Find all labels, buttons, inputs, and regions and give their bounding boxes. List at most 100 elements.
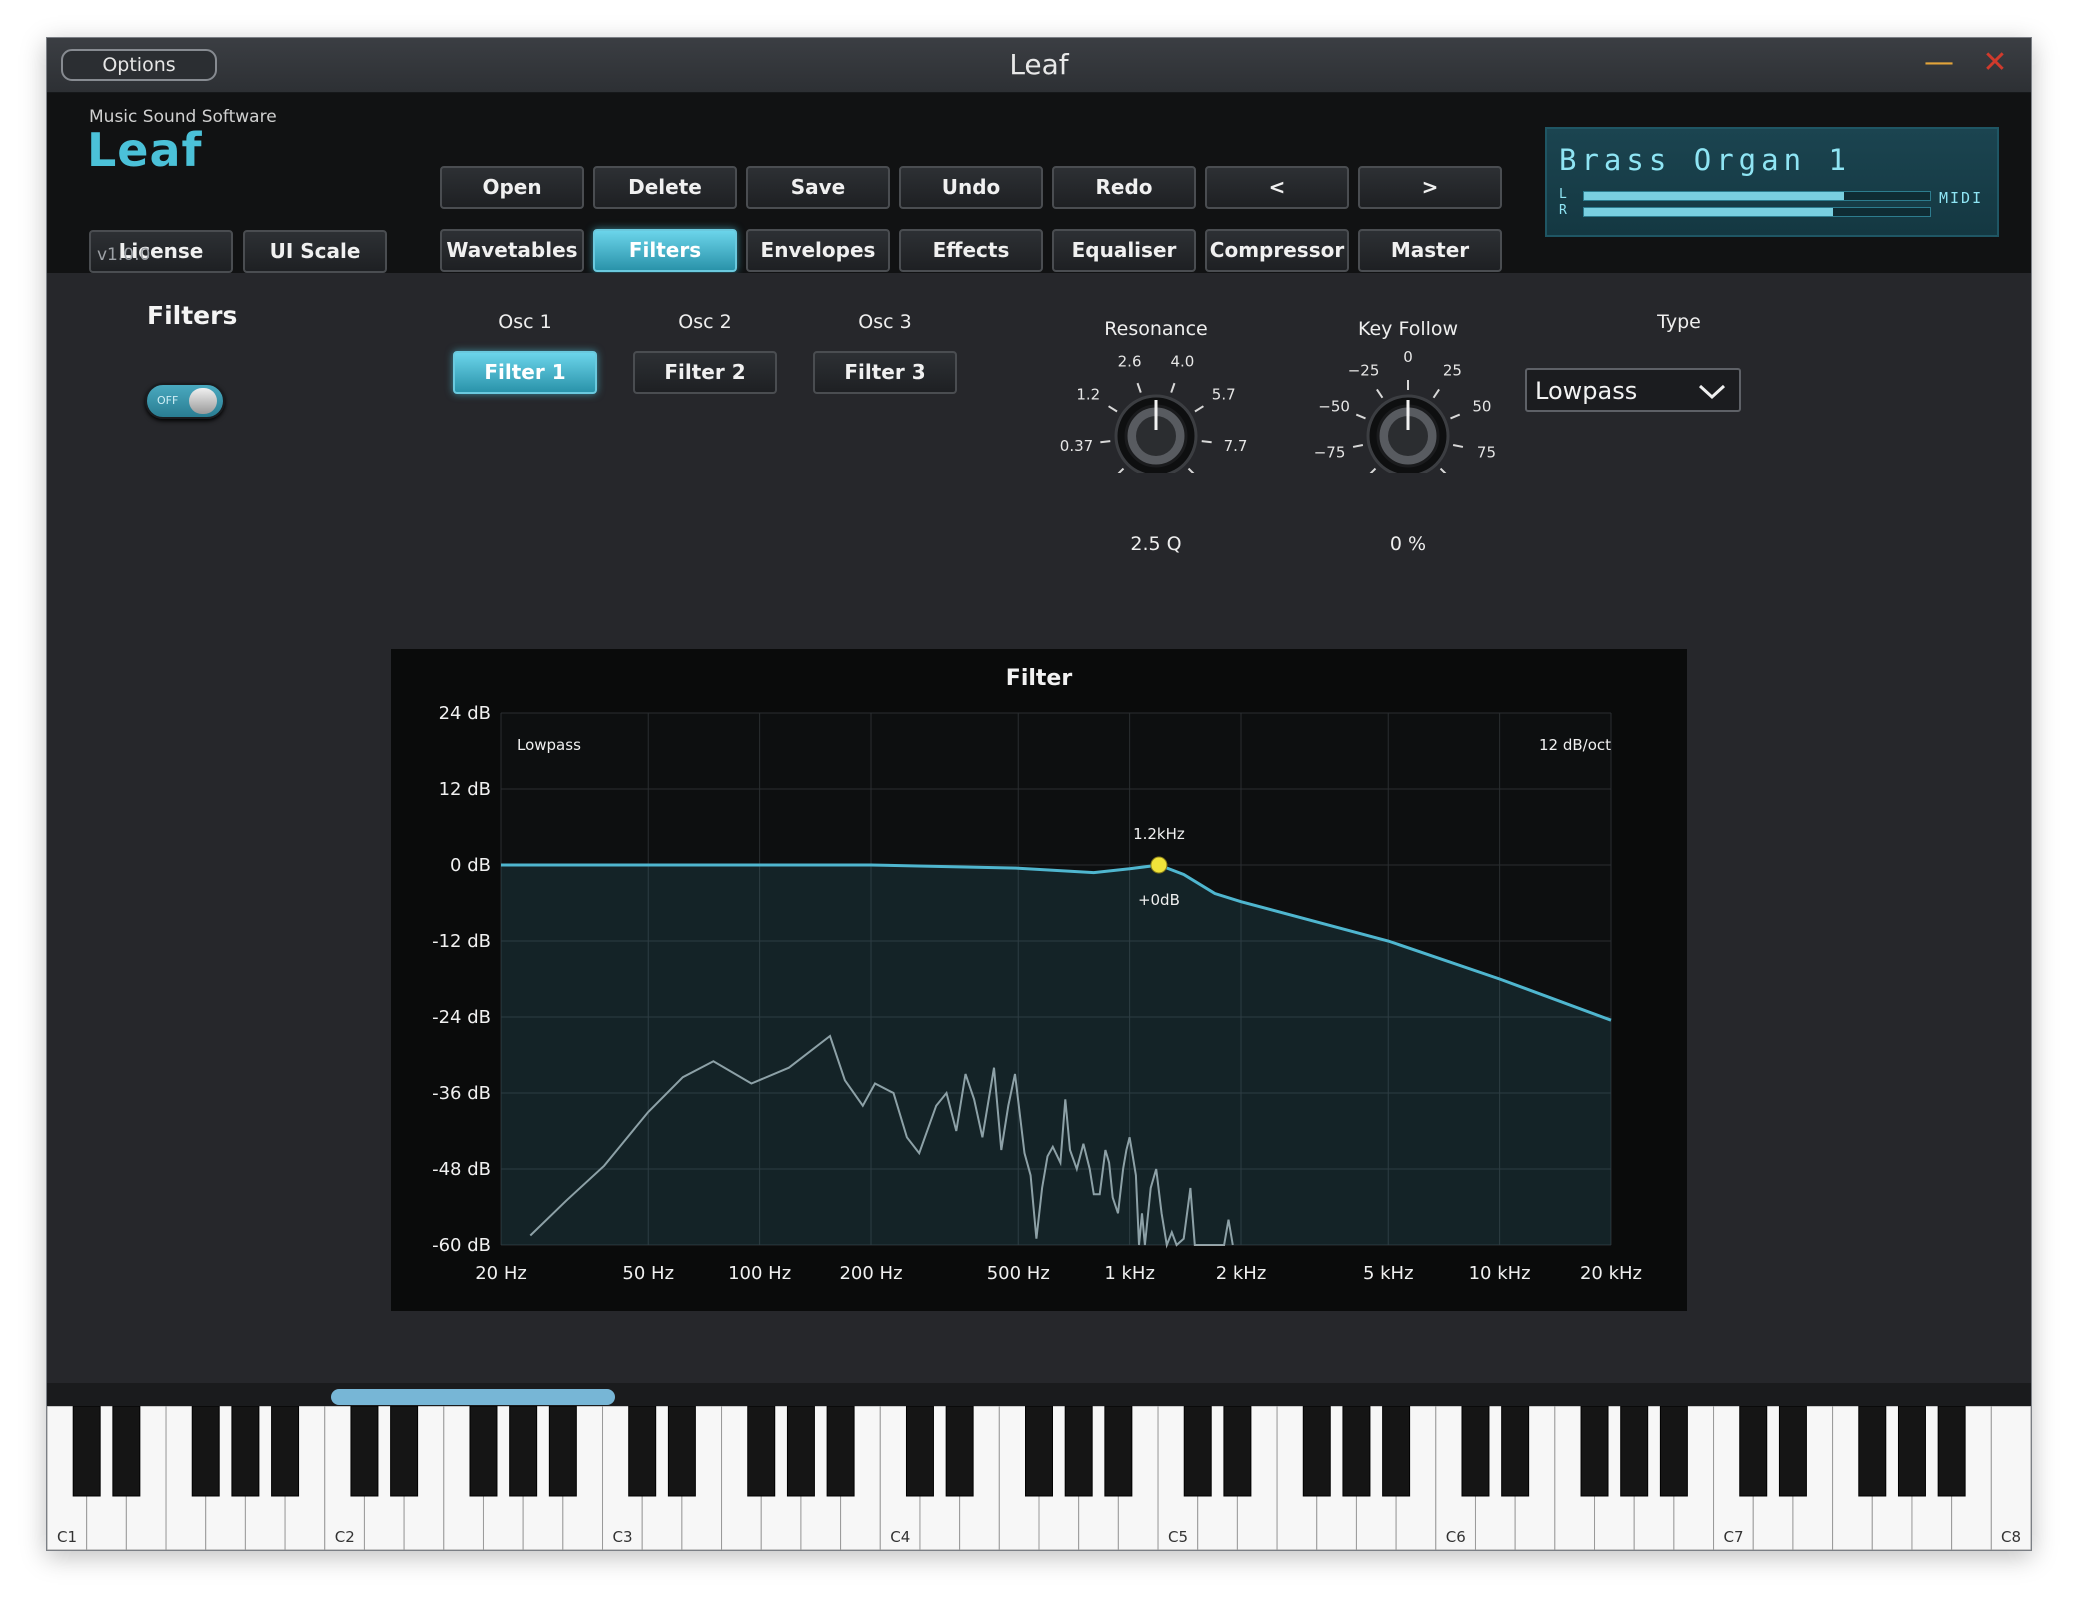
y-tick-label: -36 dB (432, 1083, 491, 1104)
black-key[interactable] (548, 1406, 577, 1497)
black-key[interactable] (1739, 1406, 1768, 1497)
tab-equaliser[interactable]: Equaliser (1052, 229, 1196, 272)
octave-label: C5 (1168, 1528, 1188, 1546)
black-key[interactable] (1858, 1406, 1887, 1497)
meter-right (1583, 207, 1931, 217)
toolbar-button-5[interactable]: < (1205, 166, 1349, 209)
black-key[interactable] (1302, 1406, 1331, 1497)
close-icon[interactable]: ✕ (1980, 48, 2010, 78)
resonance-tick (1117, 467, 1125, 473)
key-follow-tick-label: 0 (1403, 348, 1413, 366)
black-key[interactable] (1342, 1406, 1371, 1497)
toolbar-button-4[interactable]: Redo (1052, 166, 1196, 209)
black-key[interactable] (231, 1406, 260, 1497)
black-key[interactable] (1223, 1406, 1252, 1497)
black-key[interactable] (1183, 1406, 1212, 1497)
piano-keyboard[interactable]: C1 C2 C3 C4 C5 C6 C7 C8 (47, 1406, 2031, 1550)
filter-response-chart[interactable]: Filter 24 dB 12 dB 0 dB -12 dB -24 dB -36 dB -4… (391, 649, 1687, 1311)
resonance-value: 2.5 Q (1130, 533, 1182, 555)
black-key[interactable] (1382, 1406, 1411, 1497)
black-key[interactable] (667, 1406, 696, 1497)
black-key[interactable] (1025, 1406, 1053, 1497)
toolbar-button-6[interactable]: > (1358, 166, 1502, 209)
key-follow-tick (1439, 467, 1447, 473)
x-tick-label: 10 kHz (1469, 1263, 1531, 1284)
black-key[interactable] (1104, 1406, 1133, 1497)
type-label: Type (1657, 311, 1701, 333)
resonance-tick (1136, 382, 1142, 393)
minimize-icon[interactable]: — (1924, 48, 1954, 78)
preset-name[interactable]: Brass Organ 1 (1559, 143, 1851, 177)
octave-label: C1 (57, 1528, 77, 1546)
x-tick-label: 20 Hz (475, 1263, 527, 1284)
black-key[interactable] (945, 1406, 974, 1497)
black-key[interactable] (826, 1406, 855, 1497)
ui-scale-button[interactable]: UI Scale (243, 230, 387, 273)
tab-compressor[interactable]: Compressor (1205, 229, 1349, 272)
options-button[interactable]: Options (61, 49, 217, 81)
black-key[interactable] (191, 1406, 220, 1497)
filters-panel: Filters OFF Osc 1 Osc 2 Osc 3 Filter 1 F… (47, 273, 2031, 1383)
key-follow-tick-label: 25 (1443, 361, 1462, 379)
key-follow-knob[interactable]: −100−75−50−250255075100 (1314, 348, 1496, 473)
black-key[interactable] (271, 1406, 300, 1497)
black-key[interactable] (1064, 1406, 1093, 1497)
resonance-tick-label: 5.7 (1212, 385, 1236, 403)
filter-type-value: Lowpass (1535, 377, 1638, 405)
black-key[interactable] (786, 1406, 815, 1497)
black-key[interactable] (747, 1406, 776, 1497)
tab-envelopes[interactable]: Envelopes (746, 229, 890, 272)
black-key[interactable] (1659, 1406, 1688, 1497)
black-key[interactable] (509, 1406, 538, 1497)
black-key[interactable] (1778, 1406, 1807, 1497)
black-key[interactable] (1461, 1406, 1490, 1497)
resonance-tick (1187, 467, 1195, 473)
resonance-tick-label: 2.6 (1118, 352, 1142, 370)
key-follow-tick (1450, 413, 1461, 420)
x-tick-label: 500 Hz (987, 1263, 1050, 1284)
filter-type-select[interactable]: Lowpass (1525, 368, 1741, 412)
y-tick-label: 0 dB (450, 855, 491, 876)
mode-label: Lowpass (517, 736, 581, 754)
y-tick-label: 24 dB (439, 703, 491, 724)
meter-left (1583, 191, 1931, 201)
black-key[interactable] (469, 1406, 498, 1497)
black-key[interactable] (1580, 1406, 1609, 1497)
cutoff-handle[interactable] (1150, 856, 1168, 874)
header: Music Sound Software Leaf License UI Sca… (47, 93, 2031, 273)
tab-master[interactable]: Master (1358, 229, 1502, 272)
black-key[interactable] (1937, 1406, 1966, 1497)
black-key[interactable] (905, 1406, 934, 1497)
octave-label: C3 (613, 1528, 633, 1546)
black-key[interactable] (1501, 1406, 1530, 1497)
x-tick-label: 200 Hz (839, 1263, 902, 1284)
cutoff-label: 1.2kHz (1133, 825, 1185, 843)
tab-wavetables[interactable]: Wavetables (440, 229, 584, 272)
meter-right-label: R (1559, 203, 1567, 218)
octave-label: C2 (335, 1528, 355, 1546)
black-key[interactable] (72, 1406, 101, 1497)
black-key[interactable] (390, 1406, 419, 1497)
resonance-knob[interactable]: 0.100.371.22.64.05.77.720 (1060, 352, 1248, 473)
toolbar-button-0[interactable]: Open (440, 166, 584, 209)
toolbar-button-2[interactable]: Save (746, 166, 890, 209)
x-tick-label: 5 kHz (1363, 1263, 1414, 1284)
chevron-down-icon (1698, 384, 1726, 400)
black-key[interactable] (112, 1406, 141, 1497)
toolbar-button-1[interactable]: Delete (593, 166, 737, 209)
meter-right-fill (1584, 208, 1834, 216)
keyboard-scrollbar[interactable] (331, 1389, 615, 1405)
black-key[interactable] (1897, 1406, 1926, 1497)
octave-label: C4 (890, 1528, 910, 1546)
black-key[interactable] (350, 1406, 379, 1497)
resonance-tick (1170, 382, 1176, 393)
toolbar-button-3[interactable]: Undo (899, 166, 1043, 209)
tab-effects[interactable]: Effects (899, 229, 1043, 272)
y-tick-label: -48 dB (432, 1159, 491, 1180)
tab-filters[interactable]: Filters (593, 229, 737, 272)
key-follow-tick (1369, 467, 1377, 473)
black-key[interactable] (1620, 1406, 1649, 1497)
octave-label: C7 (1724, 1528, 1744, 1546)
black-key[interactable] (628, 1406, 657, 1497)
window-title: Leaf (1009, 48, 1069, 81)
